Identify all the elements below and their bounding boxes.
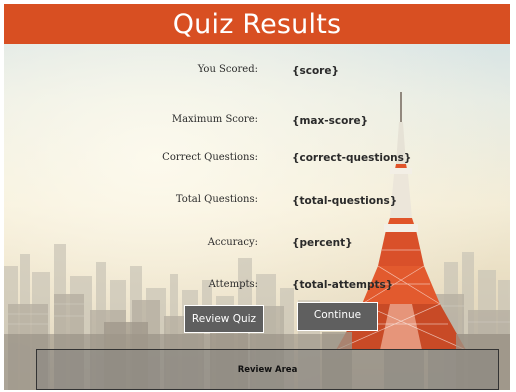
review-area-panel: Review Area (36, 349, 499, 390)
review-area-label: Review Area (237, 365, 298, 375)
score-label: You Scored: (197, 64, 258, 75)
total-questions-value: {total-questions} (292, 195, 398, 207)
page-title: Quiz Results (172, 8, 342, 40)
continue-button[interactable]: Continue (297, 302, 378, 331)
total-questions-label: Total Questions: (175, 194, 258, 205)
attempts-value: {total-attempts} (292, 279, 394, 291)
review-quiz-button[interactable]: Review Quiz (184, 305, 264, 333)
max-score-label: Maximum Score: (171, 114, 258, 125)
quiz-results-slide: Quiz Results You Scored: {score} Maximum… (4, 4, 510, 390)
accuracy-label: Accuracy: (207, 237, 258, 248)
accuracy-value: {percent} (292, 237, 353, 249)
correct-questions-label: Correct Questions: (162, 152, 258, 163)
attempts-label: Attempts: (208, 279, 258, 290)
score-value: {score} (292, 65, 339, 77)
title-bar: Quiz Results (4, 4, 510, 44)
correct-questions-value: {correct-questions} (292, 152, 412, 164)
max-score-value: {max-score} (292, 115, 369, 127)
